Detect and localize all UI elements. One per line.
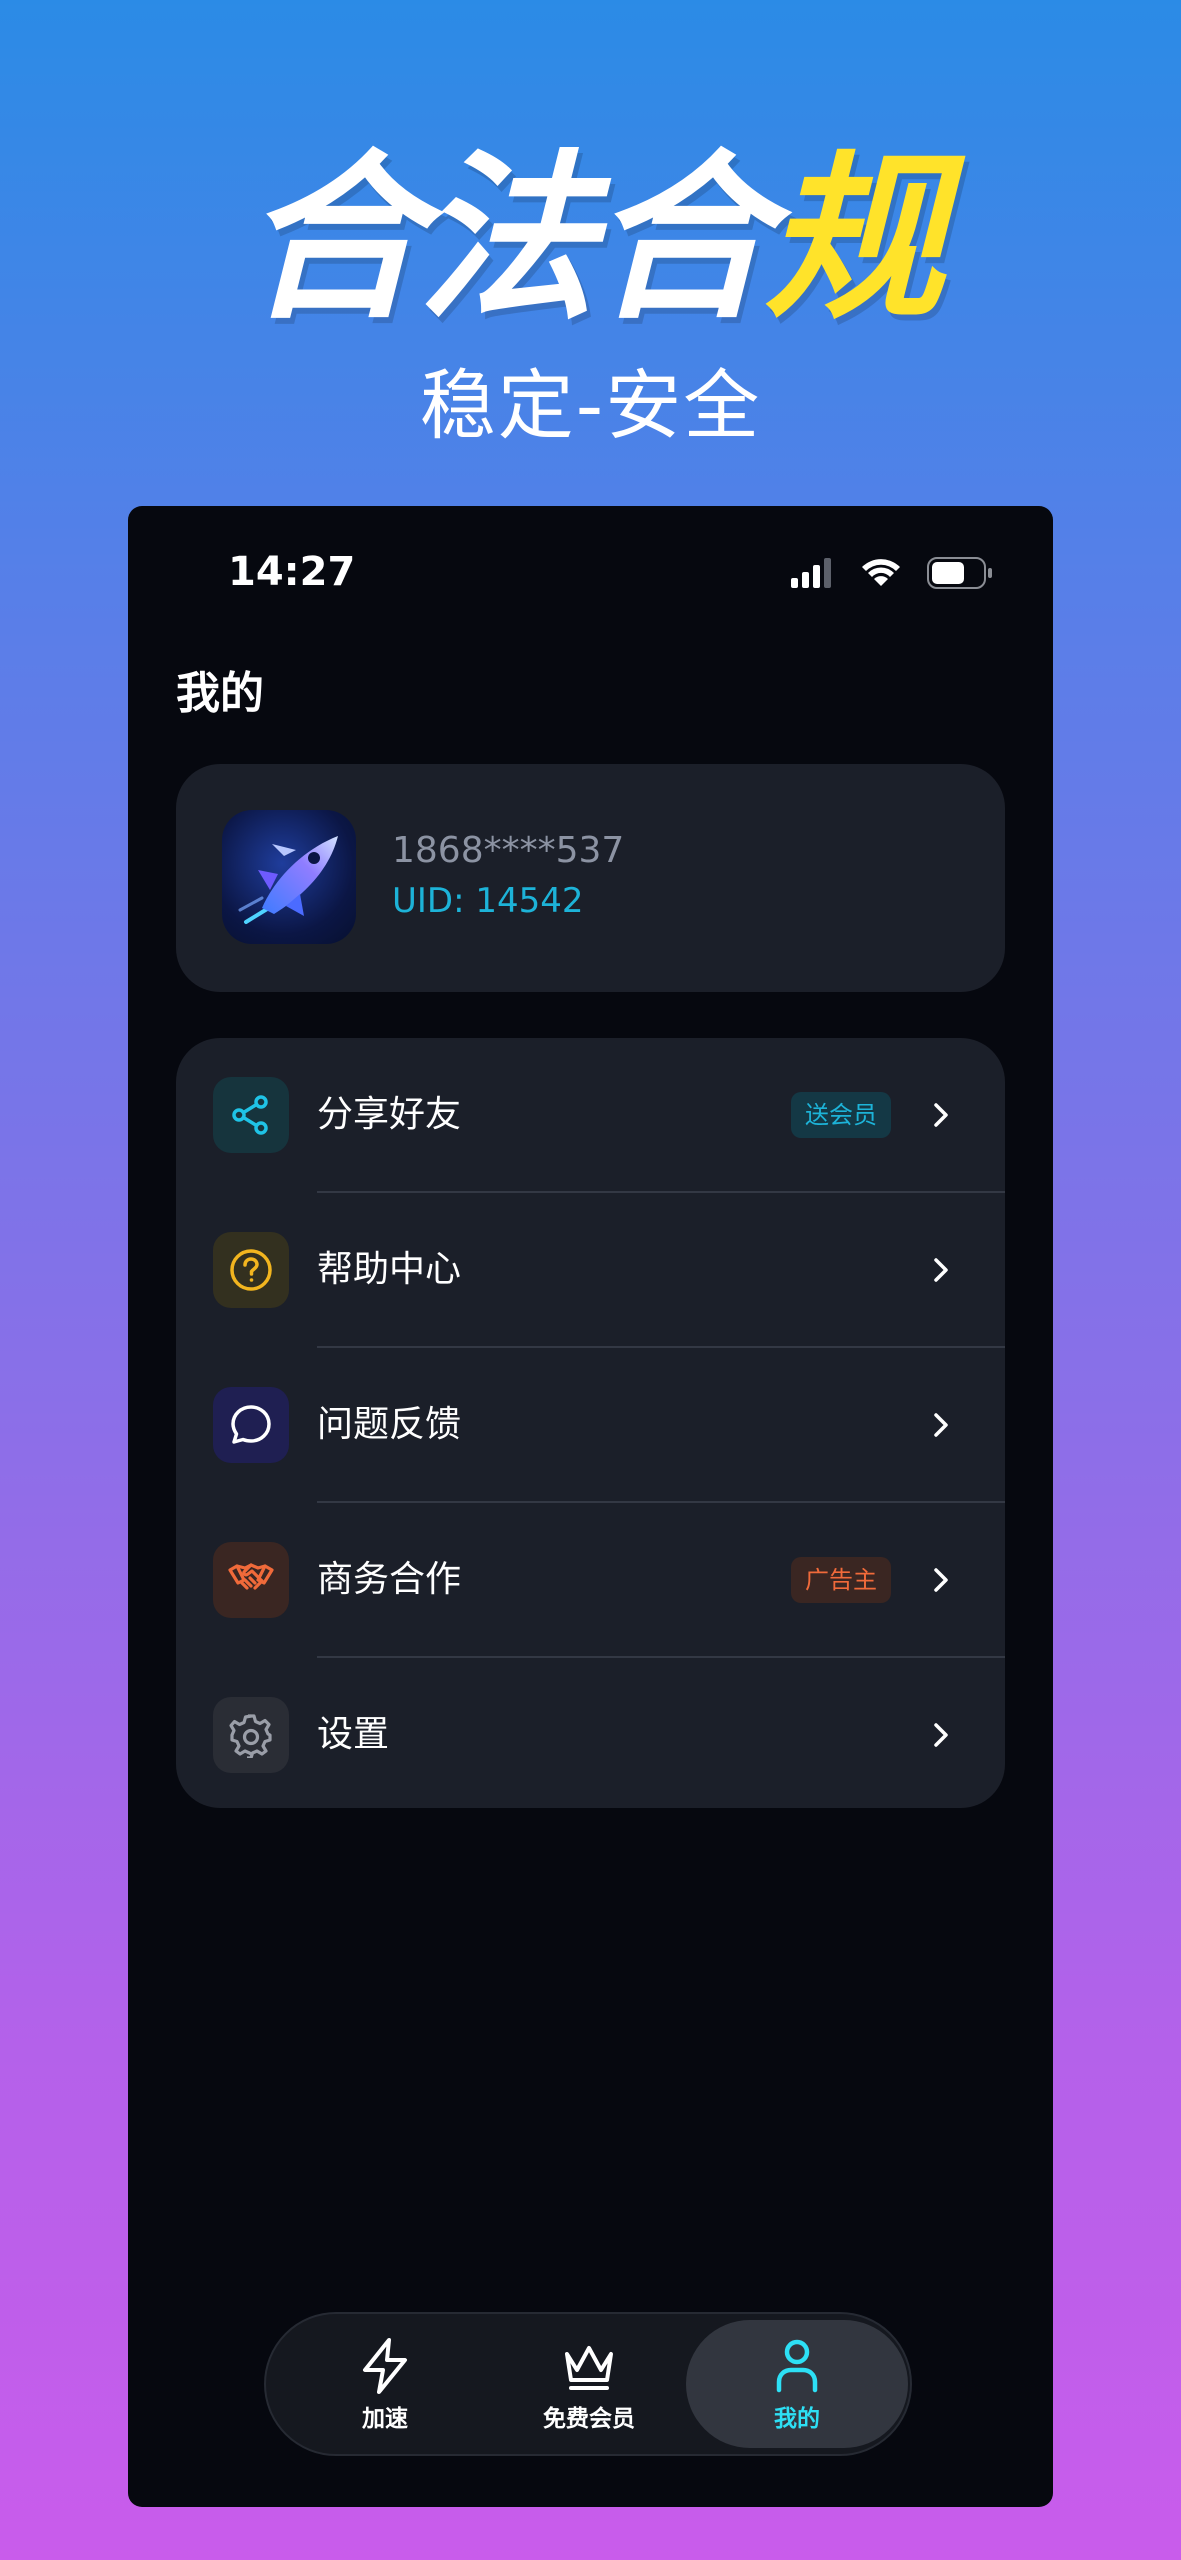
chevron-right-icon [934,1103,948,1127]
share-icon [213,1077,289,1153]
tab-accelerate[interactable]: 加速 [280,2314,490,2454]
tab-label: 免费会员 [543,2406,635,2432]
chat-bubble-icon [213,1387,289,1463]
battery-icon [927,557,992,589]
menu-item-label: 设置 [317,1714,390,1755]
promo-title-part3: 规 [764,135,945,344]
user-phone: 1868****537 [392,830,625,871]
menu-item-settings[interactable]: 设置 [176,1658,1005,1808]
help-circle-icon [213,1232,289,1308]
promo-title: 合法规合规 [0,140,1181,340]
chevron-right-icon [934,1413,948,1437]
person-icon [686,2336,908,2398]
lightning-icon [280,2336,490,2398]
tab-label: 加速 [362,2406,408,2432]
menu-badge: 广告主 [791,1557,891,1603]
promo-title-part2: 合 [590,135,770,344]
profile-card[interactable]: 1868****537 UID: 14542 [176,764,1005,992]
menu-badge: 送会员 [791,1092,891,1138]
avatar[interactable] [222,810,356,944]
tab-label: 我的 [774,2406,820,2432]
menu-item-help[interactable]: 帮助中心 [176,1193,1005,1347]
phone-screen: 14:27 我的 1868****537 UID: 14542 分享好友 送会员… [128,506,1053,2507]
tab-mine[interactable]: 我的 [686,2320,908,2448]
promo-title-part1: 合法 [242,135,596,344]
menu-card: 分享好友 送会员 帮助中心 问题反馈 商务合作 广告主 设置 [176,1038,1005,1808]
menu-item-feedback[interactable]: 问题反馈 [176,1348,1005,1502]
gear-icon [213,1697,289,1773]
menu-item-share[interactable]: 分享好友 送会员 [176,1038,1005,1192]
tab-free-member[interactable]: 免费会员 [484,2314,694,2454]
menu-item-label: 帮助中心 [317,1249,462,1290]
cellular-signal-icon [791,558,831,588]
crown-icon [484,2336,694,2398]
wifi-icon [862,559,900,586]
chevron-right-icon [934,1258,948,1282]
status-time: 14:27 [228,549,356,595]
chevron-right-icon [934,1723,948,1747]
page-title: 我的 [176,668,264,719]
menu-item-business[interactable]: 商务合作 广告主 [176,1503,1005,1657]
menu-item-label: 问题反馈 [317,1404,462,1445]
rocket-app-logo [238,836,338,924]
menu-item-label: 商务合作 [317,1559,462,1600]
handshake-icon [213,1542,289,1618]
tab-bar: 加速 免费会员 我的 [264,2312,912,2456]
chevron-right-icon [934,1568,948,1592]
promo-subtitle: 稳定-安全 [419,361,762,450]
status-icons [791,548,993,598]
menu-item-label: 分享好友 [317,1094,462,1135]
user-uid: UID: 14542 [392,881,584,921]
